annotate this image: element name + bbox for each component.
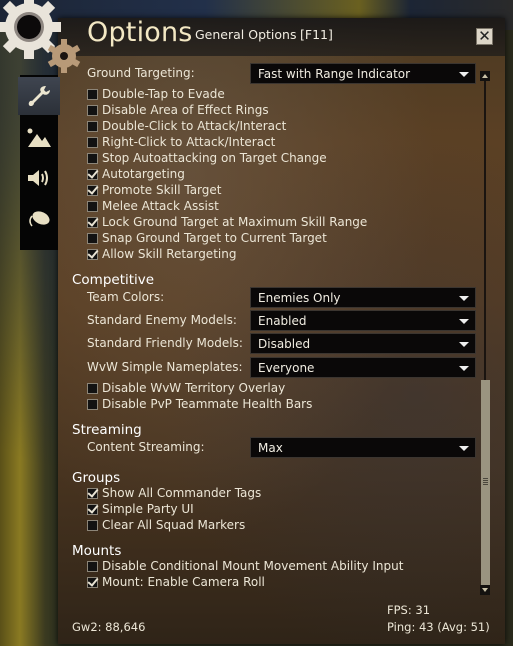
select-value: Enemies Only: [258, 291, 341, 305]
scrollbar-thumb[interactable]: [481, 380, 490, 585]
checkbox-label: Promote Skill Target: [102, 183, 222, 197]
checkbox-unchecked[interactable]: [87, 88, 98, 100]
ground-targeting-select[interactable]: Fast with Range Indicator: [250, 63, 476, 84]
checkbox-row[interactable]: Disable WvW Territory Overlay: [87, 380, 285, 396]
ground-targeting-label: Ground Targeting:: [87, 66, 195, 80]
checkbox-row[interactable]: Right-Click to Attack/Interact: [87, 134, 275, 150]
checkbox-row[interactable]: Show All Commander Tags: [87, 485, 261, 501]
checkbox-label: Stop Autoattacking on Target Change: [102, 151, 327, 165]
checkbox-unchecked[interactable]: [87, 398, 98, 410]
checkbox-row[interactable]: Double-Click to Attack/Interact: [87, 118, 286, 134]
competitive-select[interactable]: Disabled: [250, 333, 476, 354]
competitive-select-label: WvW Simple Nameplates:: [87, 360, 243, 374]
select-value: Enabled: [258, 314, 307, 328]
ground-targeting-value: Fast with Range Indicator: [258, 67, 411, 81]
checkbox-row[interactable]: Stop Autoattacking on Target Change: [87, 150, 327, 166]
checkbox-checked[interactable]: [87, 487, 98, 499]
fps-readout: FPS: 31: [387, 603, 431, 617]
section-competitive: Competitive: [72, 272, 155, 288]
checkbox-unchecked[interactable]: [87, 232, 98, 244]
checkbox-row[interactable]: Allow Skill Retargeting: [87, 246, 236, 262]
checkbox-row[interactable]: Promote Skill Target: [87, 182, 221, 198]
checkbox-label: Snap Ground Target to Current Target: [102, 231, 327, 245]
checkbox-unchecked[interactable]: [87, 382, 98, 394]
checkbox-checked[interactable]: [87, 184, 98, 196]
select-value: Disabled: [258, 337, 311, 351]
checkbox-row[interactable]: Simple Party UI: [87, 501, 194, 517]
competitive-select[interactable]: Enemies Only: [250, 287, 476, 308]
checkbox-unchecked[interactable]: [87, 136, 98, 148]
checkbox-row[interactable]: Lock Ground Target at Maximum Skill Rang…: [87, 214, 367, 230]
checkbox-label: Disable Conditional Mount Movement Abili…: [102, 559, 404, 573]
checkbox-label: Disable WvW Territory Overlay: [102, 381, 286, 395]
checkbox-row[interactable]: Snap Ground Target to Current Target: [87, 230, 327, 246]
competitive-select[interactable]: Enabled: [250, 310, 476, 331]
scroll-up-button[interactable]: [480, 71, 490, 81]
checkbox-unchecked[interactable]: [87, 104, 98, 116]
checkbox-unchecked[interactable]: [87, 152, 98, 164]
section-groups: Groups: [72, 470, 121, 486]
grip-icon: [483, 478, 488, 485]
checkbox-row[interactable]: Mount: Enable Camera Roll: [87, 574, 265, 590]
checkbox-unchecked[interactable]: [87, 120, 98, 132]
checkbox-checked[interactable]: [87, 576, 98, 588]
chevron-down-icon: [459, 342, 469, 347]
section-streaming: Streaming: [72, 422, 142, 438]
checkbox-label: Mount: Enable Camera Roll: [102, 575, 265, 589]
competitive-select-label: Standard Friendly Models:: [87, 336, 243, 350]
checkbox-row[interactable]: Disable PvP Teammate Health Bars: [87, 396, 312, 412]
checkbox-label: Lock Ground Target at Maximum Skill Rang…: [102, 215, 368, 229]
checkbox-label: Autotargeting: [102, 167, 185, 181]
checkbox-checked[interactable]: [87, 503, 98, 515]
content-streaming-select[interactable]: Max: [250, 437, 476, 458]
content-streaming-value: Max: [258, 441, 283, 455]
options-content: Ground Targeting: Fast with Range Indica…: [0, 0, 513, 646]
competitive-select[interactable]: Everyone: [250, 357, 476, 378]
checkbox-label: Double-Click to Attack/Interact: [102, 119, 287, 133]
checkbox-row[interactable]: Autotargeting: [87, 166, 185, 182]
checkbox-label: Allow Skill Retargeting: [102, 247, 237, 261]
checkbox-row[interactable]: Double-Tap to Evade: [87, 86, 225, 102]
competitive-select-label: Standard Enemy Models:: [87, 313, 237, 327]
checkbox-label: Disable Area of Effect Rings: [102, 103, 269, 117]
select-value: Everyone: [258, 361, 315, 375]
checkbox-checked[interactable]: [87, 216, 98, 228]
section-mounts: Mounts: [72, 543, 122, 559]
chevron-down-icon: [459, 446, 469, 451]
checkbox-row[interactable]: Disable Conditional Mount Movement Abili…: [87, 558, 403, 574]
checkbox-label: Simple Party UI: [102, 502, 194, 516]
competitive-select-label: Team Colors:: [87, 290, 165, 304]
checkbox-unchecked[interactable]: [87, 200, 98, 212]
chevron-down-icon: [459, 296, 469, 301]
content-streaming-label: Content Streaming:: [87, 440, 205, 454]
checkbox-checked[interactable]: [87, 168, 98, 180]
checkbox-label: Melee Attack Assist: [102, 199, 219, 213]
chevron-down-icon: [459, 72, 469, 77]
ping-readout: Ping: 43 (Avg: 51): [387, 620, 490, 634]
checkbox-label: Clear All Squad Markers: [102, 518, 246, 532]
checkbox-label: Double-Tap to Evade: [102, 87, 225, 101]
checkbox-row[interactable]: Melee Attack Assist: [87, 198, 219, 214]
build-number: Gw2: 88,646: [72, 620, 146, 634]
chevron-down-icon: [459, 319, 469, 324]
checkbox-label: Disable PvP Teammate Health Bars: [102, 397, 313, 411]
scroll-down-button[interactable]: [480, 585, 490, 595]
checkbox-checked[interactable]: [87, 248, 98, 260]
checkbox-label: Right-Click to Attack/Interact: [102, 135, 276, 149]
checkbox-unchecked[interactable]: [87, 519, 98, 531]
checkbox-row[interactable]: Clear All Squad Markers: [87, 517, 245, 533]
checkbox-label: Show All Commander Tags: [102, 486, 262, 500]
checkbox-row[interactable]: Disable Area of Effect Rings: [87, 102, 269, 118]
chevron-down-icon: [459, 366, 469, 371]
checkbox-unchecked[interactable]: [87, 560, 98, 572]
